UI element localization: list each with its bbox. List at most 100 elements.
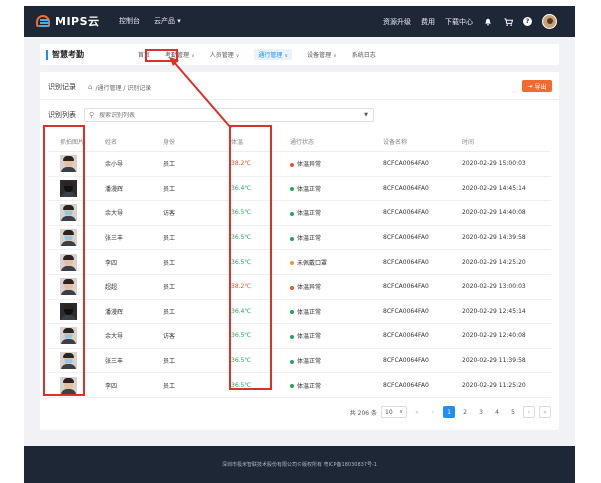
next-page-button[interactable]: › <box>523 406 535 418</box>
table-row[interactable]: 余大导 访客 36.5℃ 体温正常 8CFCA0064FA0 2020-02-29 14:… <box>48 201 551 226</box>
table-row[interactable]: 潘漫辉 员工 36.4℃ 体温正常 8CFCA0064FA0 2020-02-29 12:… <box>48 300 551 325</box>
time-cell: 2020-02-29 12:40:08 <box>462 332 526 340</box>
capture-photo[interactable] <box>60 204 77 222</box>
table-row[interactable]: 超超 员工 38.2℃ 体温异常 8CFCA0064FA0 2020-02-29 13:0… <box>48 275 551 300</box>
module-nav-label: 考勤管理 <box>165 52 190 59</box>
page-header: 识别记录 ⌂ /通行管理 / 识别记录 <box>48 82 151 92</box>
module-nav-item-0[interactable]: 首页 <box>138 50 150 60</box>
device-cell: 8CFCA0064FA0 <box>383 184 429 192</box>
total-count: 共 206 条 <box>349 409 377 417</box>
col-status: 通行状态 <box>290 139 315 146</box>
top-link-fees[interactable]: 费用 <box>421 17 435 27</box>
table-row[interactable]: 张三丰 员工 36.5℃ 体温正常 8CFCA0064FA0 2020-02-29 11:… <box>48 349 551 374</box>
page-button-1[interactable]: 1 <box>443 406 455 418</box>
page-size-select[interactable]: 10 ∨ <box>381 406 407 418</box>
page-numbers: 12345 <box>443 406 519 418</box>
capture-photo[interactable] <box>60 327 77 345</box>
module-nav-item-5[interactable]: 系统日志 <box>352 50 376 60</box>
status-text: 体温异常 <box>297 284 322 292</box>
page-button-3[interactable]: 3 <box>475 406 487 418</box>
name-cell: 超超 <box>105 284 118 292</box>
device-cell: 8CFCA0064FA0 <box>383 357 429 365</box>
top-nav-console[interactable]: 控制台 <box>119 16 140 26</box>
col-name: 姓名 <box>105 139 118 146</box>
name-cell: 李四 <box>105 259 118 267</box>
home-icon[interactable]: ⌂ <box>88 83 92 91</box>
module-nav-item-3[interactable]: 通行管理 ∨ <box>254 49 293 60</box>
status-cell: 体温正常 <box>290 233 383 242</box>
photo-cell <box>48 179 105 197</box>
capture-photo[interactable] <box>60 352 77 370</box>
brand-logo[interactable]: MIPS云 <box>36 14 100 28</box>
name-cell: 张三丰 <box>105 358 124 366</box>
status-text: 体温正常 <box>297 358 322 366</box>
name-cell: 李四 <box>105 382 118 390</box>
bell-icon[interactable] <box>483 17 493 27</box>
table-row[interactable]: 余小导 员工 38.2℃ 体温异常 8CFCA0064FA0 2020-02-29 15:… <box>48 152 551 177</box>
status-dot-icon <box>290 261 294 266</box>
prev-page-button[interactable]: ‹ <box>427 406 439 418</box>
module-nav-item-2[interactable]: 人员管理 ∨ <box>210 50 240 60</box>
table-row[interactable]: 李四 员工 36.5℃ 未佩戴口罩 8CFCA0064FA0 2020-02-29 14:… <box>48 250 551 275</box>
table-row[interactable]: 余大导 访客 36.5℃ 体温正常 8CFCA0064FA0 2020-02-29 12:… <box>48 324 551 349</box>
status-dot-icon <box>290 162 294 167</box>
export-button[interactable]: ⇥ 导出 <box>522 80 552 92</box>
help-icon[interactable]: ? <box>523 17 532 26</box>
breadcrumb[interactable]: /通行管理 / 识别记录 <box>95 83 151 92</box>
name-cell: 潘漫辉 <box>105 185 124 193</box>
status-dot-icon <box>290 334 294 339</box>
search-select[interactable]: ⚲ ▼ <box>84 108 374 122</box>
photo-cell <box>48 376 105 394</box>
capture-photo[interactable] <box>60 278 77 296</box>
device-cell: 8CFCA0064FA0 <box>383 307 429 315</box>
search-input[interactable] <box>99 111 349 119</box>
page-button-4[interactable]: 4 <box>491 406 503 418</box>
avatar[interactable] <box>542 14 557 29</box>
status-cell: 未佩戴口罩 <box>290 258 383 267</box>
module-nav-item-1[interactable]: 考勤管理 ∨ <box>165 50 195 60</box>
col-time: 时间 <box>462 139 475 146</box>
role-cell: 员工 <box>163 259 176 267</box>
col-device: 设备名称 <box>383 139 408 146</box>
footer: 深圳市极米智联技术股份有限公司©版权所有 粤ICP备18030837号-1 <box>24 446 575 483</box>
dropdown-triangle-icon[interactable]: ▼ <box>364 112 368 118</box>
name-cell: 余小导 <box>105 161 124 169</box>
chevron-down-icon: ∨ <box>235 53 240 59</box>
table-row[interactable]: 李四 员工 36.5℃ 体温正常 8CFCA0064FA0 2020-02-29 11:2… <box>48 373 551 398</box>
top-link-upgrade[interactable]: 资源升级 <box>383 17 411 27</box>
page-button-2[interactable]: 2 <box>459 406 471 418</box>
capture-photo[interactable] <box>60 253 77 271</box>
status-dot-icon <box>290 310 294 315</box>
top-nav-products[interactable]: 云产品 ▾ <box>154 16 181 26</box>
filter-row: 识别列表 ⚲ ▼ <box>48 108 374 122</box>
status-cell: 体温异常 <box>290 282 383 291</box>
device-cell: 8CFCA0064FA0 <box>383 258 429 266</box>
device-cell: 8CFCA0064FA0 <box>383 332 429 340</box>
capture-photo[interactable] <box>60 302 77 320</box>
chevron-down-icon: ∨ <box>191 53 195 59</box>
table-row[interactable]: 潘漫辉 员工 36.4℃ 体温正常 8CFCA0064FA0 2020-02-29 14:… <box>48 177 551 202</box>
capture-photo[interactable] <box>60 229 77 247</box>
col-photo: 抓拍图片 <box>60 139 85 146</box>
name-cell: 余大导 <box>105 333 124 341</box>
export-label: 导出 <box>534 83 547 91</box>
cart-icon[interactable] <box>503 17 513 27</box>
capture-photo[interactable] <box>60 179 77 197</box>
module-nav-item-4[interactable]: 设备管理 ∨ <box>307 50 337 60</box>
role-cell: 员工 <box>163 185 176 193</box>
page-button-5[interactable]: 5 <box>507 406 519 418</box>
time-cell: 2020-02-29 14:45:14 <box>462 184 526 192</box>
role-cell: 访客 <box>163 333 176 341</box>
name-cell: 张三丰 <box>105 235 124 243</box>
capture-photo[interactable] <box>60 155 77 173</box>
table-row[interactable]: 张三丰 员工 36.5℃ 体温正常 8CFCA0064FA0 2020-02-29 14:… <box>48 226 551 251</box>
last-page-button[interactable]: » <box>539 406 551 418</box>
capture-photo[interactable] <box>60 376 77 394</box>
records-table: 抓拍图片 姓名 身份 体温 通行状态 设备名称 时间 余小导 员工 38.2℃ 体温异… <box>48 132 551 398</box>
table-body: 余小导 员工 38.2℃ 体温异常 8CFCA0064FA0 2020-02-29 15:… <box>48 152 551 398</box>
device-cell: 8CFCA0064FA0 <box>383 381 429 389</box>
first-page-button[interactable]: « <box>411 406 423 418</box>
status-dot-icon <box>290 211 294 216</box>
top-link-downloads[interactable]: 下载中心 <box>445 17 473 27</box>
status-cell: 体温正常 <box>290 331 383 340</box>
